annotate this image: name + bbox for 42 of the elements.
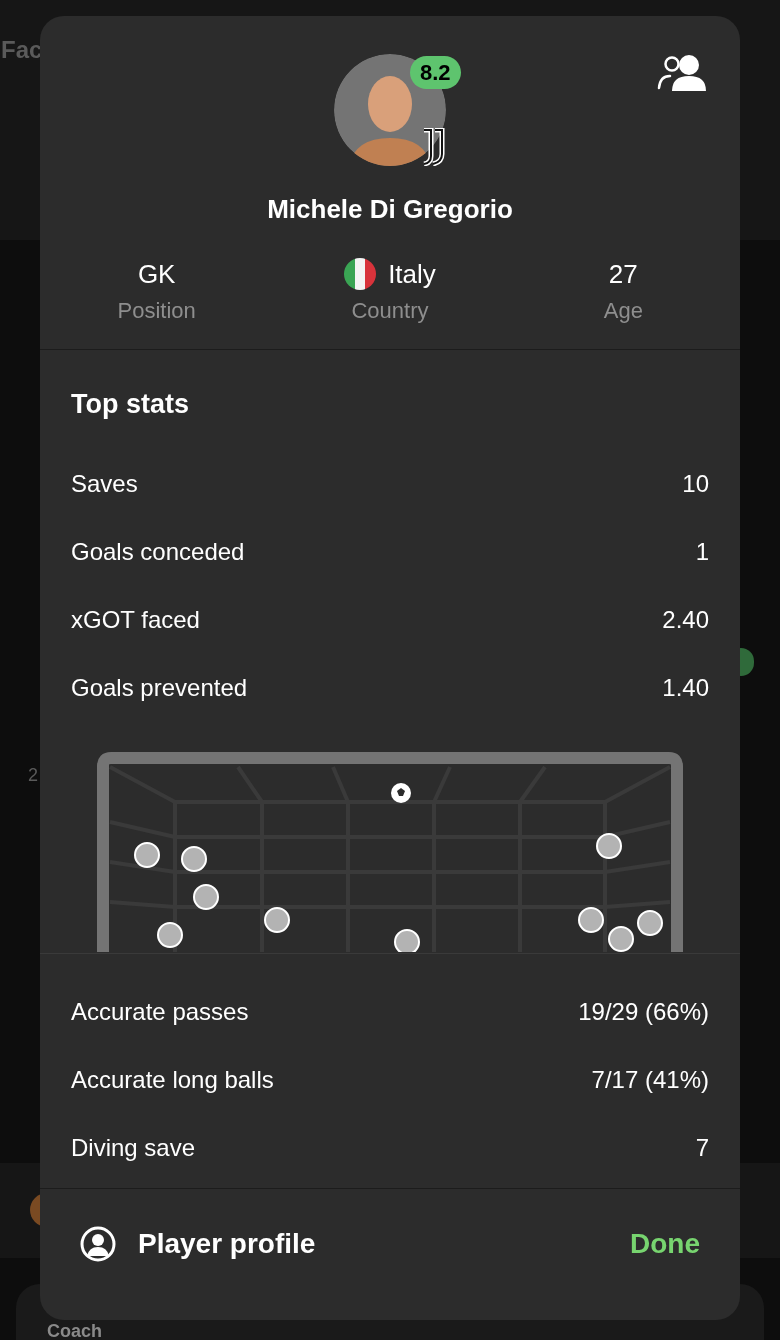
info-label: Country bbox=[351, 297, 429, 325]
stat-value: 1.40 bbox=[662, 673, 709, 703]
shot-marker bbox=[596, 833, 622, 859]
shot-marker bbox=[181, 846, 207, 872]
stat-label: Goals conceded bbox=[71, 537, 245, 567]
shot-marker bbox=[608, 926, 634, 952]
card-title: Coach bbox=[47, 1322, 102, 1340]
shot-marker bbox=[157, 922, 183, 948]
shot-marker bbox=[578, 907, 604, 933]
info-value: Italy bbox=[388, 257, 436, 291]
stat-label: Goals prevented bbox=[71, 673, 248, 703]
stat-value: 19/29 (66%) bbox=[578, 997, 709, 1027]
info-label: Age bbox=[603, 297, 643, 325]
section-title: Top stats bbox=[71, 388, 190, 421]
shot-marker bbox=[637, 910, 663, 936]
shot-marker bbox=[394, 929, 420, 952]
profile-icon bbox=[80, 1226, 116, 1262]
axis-label: 2 bbox=[28, 764, 38, 787]
section-heading: Fac bbox=[1, 38, 43, 62]
stat-value: 1 bbox=[695, 537, 709, 567]
stat-value: 7/17 (41%) bbox=[591, 1065, 709, 1095]
stat-label: Diving save bbox=[71, 1133, 196, 1163]
rating-badge: 8.2 bbox=[410, 56, 461, 89]
group-icon[interactable] bbox=[657, 54, 707, 92]
info-value: 27 bbox=[608, 257, 638, 291]
flag-icon bbox=[344, 258, 377, 290]
shot-marker bbox=[264, 907, 290, 933]
stat-label: Accurate passes bbox=[71, 997, 249, 1027]
shot-marker bbox=[134, 842, 160, 868]
player-profile-link[interactable]: Player profile bbox=[80, 1223, 316, 1265]
player-name: Michele Di Gregorio bbox=[266, 193, 514, 226]
stat-label: Saves bbox=[71, 469, 138, 499]
stat-label: xGOT faced bbox=[71, 605, 200, 635]
shot-marker bbox=[193, 884, 219, 910]
ball-icon bbox=[391, 783, 411, 803]
stat-value: 2.40 bbox=[662, 605, 709, 635]
info-value: GK bbox=[137, 257, 176, 291]
stat-label: Accurate long balls bbox=[71, 1065, 274, 1095]
done-button[interactable]: Done bbox=[630, 1223, 700, 1265]
info-label: Position bbox=[117, 297, 196, 325]
stat-value: 10 bbox=[682, 469, 709, 499]
stat-value: 7 bbox=[695, 1133, 709, 1163]
